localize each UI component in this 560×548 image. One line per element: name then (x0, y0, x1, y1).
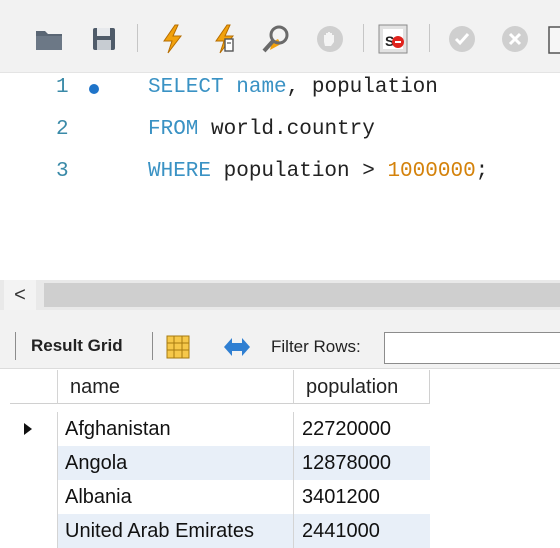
row-selector[interactable] (10, 412, 58, 446)
editor-horizontal-scrollbar[interactable]: < (0, 280, 560, 310)
commit-icon[interactable] (445, 22, 479, 56)
sql-keyword: FROM (148, 118, 199, 141)
execute-current-statement-icon[interactable] (208, 22, 242, 56)
editor-toolbar: S (0, 0, 560, 73)
row-selector[interactable] (10, 480, 58, 514)
sql-text: , population (286, 76, 438, 99)
execute-icon[interactable] (156, 22, 190, 56)
table-cell[interactable]: Afghanistan (58, 412, 294, 446)
code-text: WHERE population > 1000000; (148, 157, 488, 187)
sql-number: 1000000 (387, 160, 476, 183)
sql-text: ; (475, 160, 489, 183)
table-cell[interactable]: Albania (58, 480, 294, 514)
filter-rows-input[interactable] (384, 332, 560, 364)
table-cell[interactable]: 2441000 (294, 514, 430, 548)
sql-keyword: WHERE (148, 160, 212, 183)
sql-text: population > (211, 160, 388, 183)
table-row[interactable]: Angola 12878000 (10, 446, 430, 480)
refresh-icon[interactable] (220, 334, 254, 360)
scrollbar-thumb[interactable] (44, 283, 560, 307)
grid-header-row: name population (10, 370, 430, 404)
table-row[interactable]: Albania 3401200 (10, 480, 430, 514)
table-row[interactable]: United Arab Emirates 2441000 (10, 514, 430, 548)
table-cell[interactable]: 3401200 (294, 480, 430, 514)
column-header-population[interactable]: population (294, 370, 430, 404)
line-number: 2 (56, 118, 69, 141)
table-row[interactable]: Afghanistan 22720000 (10, 412, 430, 446)
filter-rows-label: Filter Rows: (271, 337, 361, 356)
stop-icon[interactable] (313, 22, 347, 56)
open-folder-icon[interactable] (32, 22, 66, 56)
sql-text: world.country (198, 118, 375, 141)
save-icon[interactable] (87, 22, 121, 56)
result-toolbar: Result Grid Filter Rows: (0, 310, 560, 369)
editor-line: 2 FROM world.country (0, 115, 560, 145)
table-cell[interactable]: Angola (58, 446, 294, 480)
explain-icon[interactable] (260, 22, 294, 56)
code-text: SELECT name, population (148, 73, 438, 103)
editor-line: 1 SELECT name, population (0, 73, 560, 103)
statement-marker-icon (89, 84, 99, 94)
form-editor-icon[interactable] (165, 334, 191, 360)
more-toolbar-icon[interactable] (546, 22, 560, 56)
column-header-name[interactable]: name (58, 370, 294, 404)
sql-editor[interactable]: 1 SELECT name, population 2 FROM world.c… (0, 73, 560, 280)
row-header-corner (10, 370, 58, 404)
line-number: 1 (56, 76, 69, 99)
table-cell[interactable]: 12878000 (294, 446, 430, 480)
editor-line: 3 WHERE population > 1000000; (0, 157, 560, 187)
table-cell[interactable]: United Arab Emirates (58, 514, 294, 548)
sql-identifier: name (236, 76, 287, 99)
scroll-left-button[interactable]: < (4, 280, 36, 310)
sql-keyword: SELECT (148, 76, 224, 99)
table-cell[interactable]: 22720000 (294, 412, 430, 446)
code-text: FROM world.country (148, 115, 375, 145)
result-grid-tab[interactable]: Result Grid (31, 336, 123, 356)
current-row-icon (24, 423, 32, 435)
row-selector[interactable] (10, 514, 58, 548)
line-number: 3 (56, 160, 69, 183)
rollback-icon[interactable] (498, 22, 532, 56)
toggle-continue-on-error-icon[interactable]: S (376, 22, 410, 56)
row-selector[interactable] (10, 446, 58, 480)
